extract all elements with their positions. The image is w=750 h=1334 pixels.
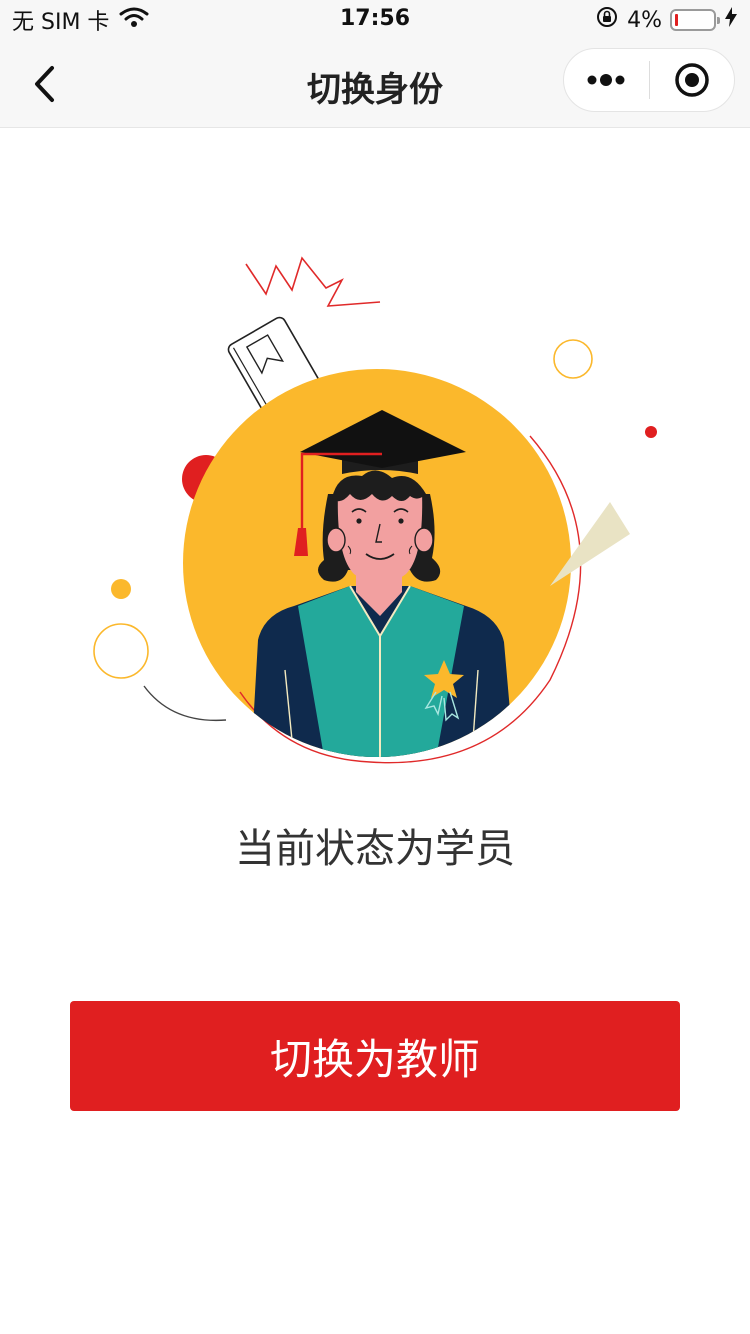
status-bar: 无 SIM 卡 17:56 4% xyxy=(0,0,750,40)
close-target-icon xyxy=(675,63,709,97)
red-dot-decoration xyxy=(645,426,657,438)
battery-icon xyxy=(670,9,720,31)
switch-to-teacher-button[interactable]: 切换为教师 xyxy=(70,1001,680,1111)
status-right: 4% xyxy=(595,6,738,34)
battery-level-fill xyxy=(675,14,678,26)
rotation-lock-icon xyxy=(595,5,619,35)
battery-percent: 4% xyxy=(627,7,662,33)
arc-decoration xyxy=(143,685,227,722)
close-button[interactable] xyxy=(650,48,735,112)
more-button[interactable] xyxy=(564,48,649,112)
zigzag-decoration xyxy=(245,256,381,307)
nav-bar: 切换身份 xyxy=(0,40,750,128)
yellow-dot-decoration xyxy=(111,579,131,599)
current-status-text: 当前状态为学员 xyxy=(235,826,515,872)
ring-decoration xyxy=(553,339,593,379)
ring-decoration-2 xyxy=(93,623,149,679)
mini-program-capsule xyxy=(563,48,735,112)
charging-bolt-icon xyxy=(724,6,738,34)
graduate-student-illustration xyxy=(80,240,680,780)
more-dots-icon xyxy=(587,74,625,86)
